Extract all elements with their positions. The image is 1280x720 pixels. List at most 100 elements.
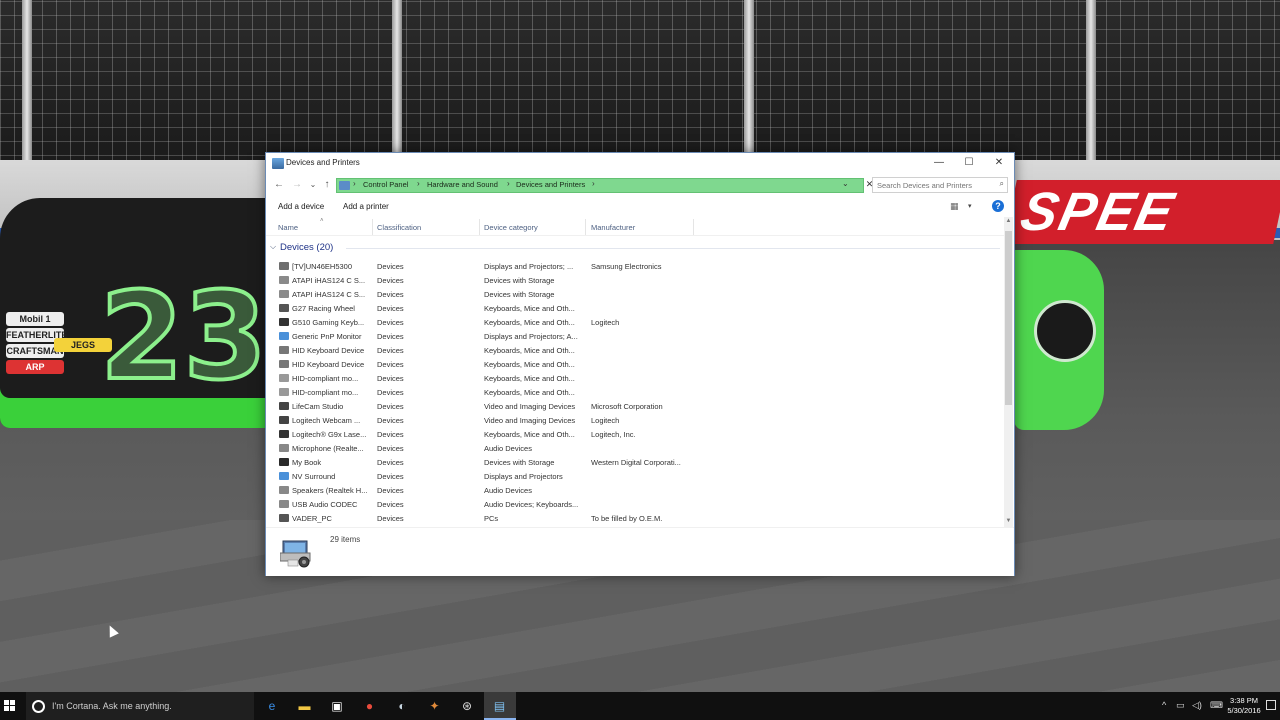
device-icon — [279, 262, 289, 270]
column-divider[interactable] — [372, 219, 373, 235]
edge-taskbar-button[interactable]: e — [256, 692, 288, 720]
close-button[interactable]: ✕ — [984, 153, 1014, 173]
show-hidden-icons-chevron[interactable]: ^ — [1162, 700, 1166, 710]
device-row[interactable]: VADER_PC Devices PCs To be filled by O.E.M. — [266, 511, 1004, 525]
search-icon[interactable]: ⌕ — [1000, 179, 1004, 189]
device-icon — [279, 416, 289, 424]
vertical-scrollbar[interactable]: ▲ ▼ — [1004, 217, 1013, 527]
cortana-search-box[interactable]: I'm Cortana. Ask me anything. — [26, 692, 254, 720]
devices-printers-taskbar-button[interactable]: ▤ — [483, 692, 516, 720]
devices-and-printers-window: Devices and Printers — ☐ ✕ ← → ⌄ ↑ › Con… — [265, 152, 1015, 576]
keyboard-icon[interactable]: ⌨ — [1210, 700, 1223, 711]
device-row[interactable]: LifeCam Studio Devices Video and Imaging D… — [266, 399, 1004, 413]
device-row[interactable]: HID-compliant mo... Devices Keyboards, Mic… — [266, 371, 1004, 385]
column-divider[interactable] — [479, 219, 480, 235]
add-device-button[interactable]: Add a device — [278, 202, 324, 211]
cortana-icon — [32, 700, 45, 713]
game-taskbar-button[interactable]: ✦ — [419, 692, 451, 720]
device-category: Audio Devices; Keyboards... — [484, 500, 579, 509]
column-divider[interactable] — [693, 219, 694, 235]
view-dropdown-icon[interactable]: ▾ — [968, 202, 972, 210]
address-dropdown-icon[interactable]: ⌄ — [842, 179, 849, 188]
column-divider[interactable] — [585, 219, 586, 235]
device-classification: Devices — [377, 304, 404, 313]
device-row[interactable]: Logitech® G9x Lase... Devices Keyboards, M… — [266, 427, 1004, 441]
device-row[interactable]: G510 Gaming Keyb... Devices Keyboards, Mic… — [266, 315, 1004, 329]
sort-ascending-icon: ˄ — [320, 218, 324, 224]
device-row[interactable]: HID Keyboard Device Devices Keyboards, Mic… — [266, 357, 1004, 371]
car-logo — [1034, 300, 1096, 362]
column-header-manufacturer[interactable]: Manufacturer — [591, 223, 635, 232]
device-icon — [279, 388, 289, 396]
sponsor-decal: ARP — [6, 360, 64, 374]
device-name: Speakers (Realtek H... — [292, 486, 368, 495]
address-bar[interactable]: › Control Panel › Hardware and Sound › D… — [336, 178, 873, 193]
device-row[interactable]: [TV]UN46EH5300 Devices Displays and Projec… — [266, 259, 1004, 273]
navigation-bar: ← → ⌄ ↑ › Control Panel › Hardware and S… — [266, 177, 1014, 193]
volume-icon[interactable]: ◁) — [1192, 700, 1202, 711]
device-manufacturer: Western Digital Corporati... — [591, 458, 681, 467]
device-row[interactable]: G27 Racing Wheel Devices Keyboards, Mice a… — [266, 301, 1004, 315]
clock-date: 5/30/2016 — [1227, 706, 1261, 715]
command-bar: Add a device Add a printer ▦ ▾ ? — [266, 197, 1014, 217]
clock[interactable]: 3:38 PM 5/30/2016 — [1226, 696, 1262, 716]
help-icon[interactable]: ? — [992, 200, 1004, 212]
device-row[interactable]: HID-compliant mo... Devices Keyboards, Mic… — [266, 385, 1004, 399]
search-input[interactable] — [877, 179, 987, 191]
store-taskbar-button[interactable]: ▣ — [321, 692, 353, 720]
network-icon[interactable]: ▭ — [1176, 700, 1185, 711]
minimize-button[interactable]: — — [924, 153, 954, 173]
add-printer-button[interactable]: Add a printer — [343, 202, 389, 211]
devices-printers-icon — [272, 158, 284, 169]
device-row[interactable]: ATAPI iHAS124 C S... Devices Devices with … — [266, 273, 1004, 287]
device-row[interactable]: Speakers (Realtek H... Devices Audio Devic… — [266, 483, 1004, 497]
device-name: My Book — [292, 458, 322, 467]
column-header-name[interactable]: Name — [278, 223, 298, 232]
device-row[interactable]: HID Keyboard Device Devices Keyboards, Mic… — [266, 343, 1004, 357]
breadcrumb-devices-and-printers[interactable]: Devices and Printers — [516, 180, 585, 189]
forward-button[interactable]: → — [290, 177, 304, 193]
steam-icon: ◐ — [398, 699, 406, 713]
view-options-icon[interactable]: ▦ — [950, 201, 959, 212]
file-explorer-taskbar-button[interactable]: ▬ — [289, 692, 321, 720]
scroll-down-icon[interactable]: ▼ — [1004, 517, 1013, 526]
recent-locations-button[interactable]: ⌄ — [306, 177, 320, 193]
device-row[interactable]: Logitech Webcam ... Devices Video and Imag… — [266, 413, 1004, 427]
scroll-up-icon[interactable]: ▲ — [1004, 217, 1013, 226]
back-button[interactable]: ← — [272, 177, 286, 193]
column-header-device-category[interactable]: Device category — [484, 223, 538, 232]
up-button[interactable]: ↑ — [320, 177, 334, 193]
device-row[interactable]: USB Audio CODEC Devices Audio Devices; Key… — [266, 497, 1004, 511]
action-center-icon[interactable] — [1266, 700, 1276, 710]
chrome-taskbar-button[interactable]: ● — [354, 692, 386, 720]
device-row[interactable]: My Book Devices Devices with Storage Wester… — [266, 455, 1004, 469]
fence-pole — [1086, 0, 1096, 170]
maximize-button[interactable]: ☐ — [954, 153, 984, 173]
scrollbar-thumb[interactable] — [1005, 231, 1012, 405]
race-car-left: Mobil 1 FEATHERLITE CRAFTSMAN ARP JEGS 2… — [0, 198, 290, 428]
device-name: Logitech® G9x Lase... — [292, 430, 367, 439]
column-header-classification[interactable]: Classification — [377, 223, 421, 232]
search-box[interactable]: ⌕ — [872, 177, 1008, 193]
device-name: ATAPI iHAS124 C S... — [292, 290, 366, 299]
start-button[interactable] — [0, 692, 22, 720]
group-header-devices[interactable]: ⌵ Devices (20) — [270, 241, 1000, 255]
device-icon — [279, 472, 289, 480]
device-row[interactable]: ATAPI iHAS124 C S... Devices Devices with … — [266, 287, 1004, 301]
steam-taskbar-button[interactable]: ◐ — [386, 692, 418, 720]
title-bar[interactable]: Devices and Printers — ☐ ✕ — [266, 153, 1014, 175]
device-row[interactable]: NV Surround Devices Displays and Projector… — [266, 469, 1004, 483]
breadcrumb-control-panel[interactable]: Control Panel — [363, 180, 408, 189]
device-row[interactable]: Microphone (Realte... Devices Audio Device… — [266, 441, 1004, 455]
wheel-taskbar-button[interactable]: ⊛ — [451, 692, 483, 720]
car-number: 23 — [98, 268, 269, 407]
collapse-chevron-icon[interactable]: ⌵ — [270, 242, 276, 252]
column-header-row: ˄ Name Classification Device category Ma… — [266, 218, 1004, 236]
device-row[interactable]: Generic PnP Monitor Devices Displays and P… — [266, 329, 1004, 343]
wheel-icon: ⊛ — [461, 699, 473, 713]
banner-text: SPEE — [1015, 182, 1181, 242]
breadcrumb-hardware-and-sound[interactable]: Hardware and Sound — [427, 180, 498, 189]
device-category: Video and Imaging Devices — [484, 402, 576, 411]
device-icon — [279, 486, 289, 494]
device-name: G27 Racing Wheel — [292, 304, 355, 313]
